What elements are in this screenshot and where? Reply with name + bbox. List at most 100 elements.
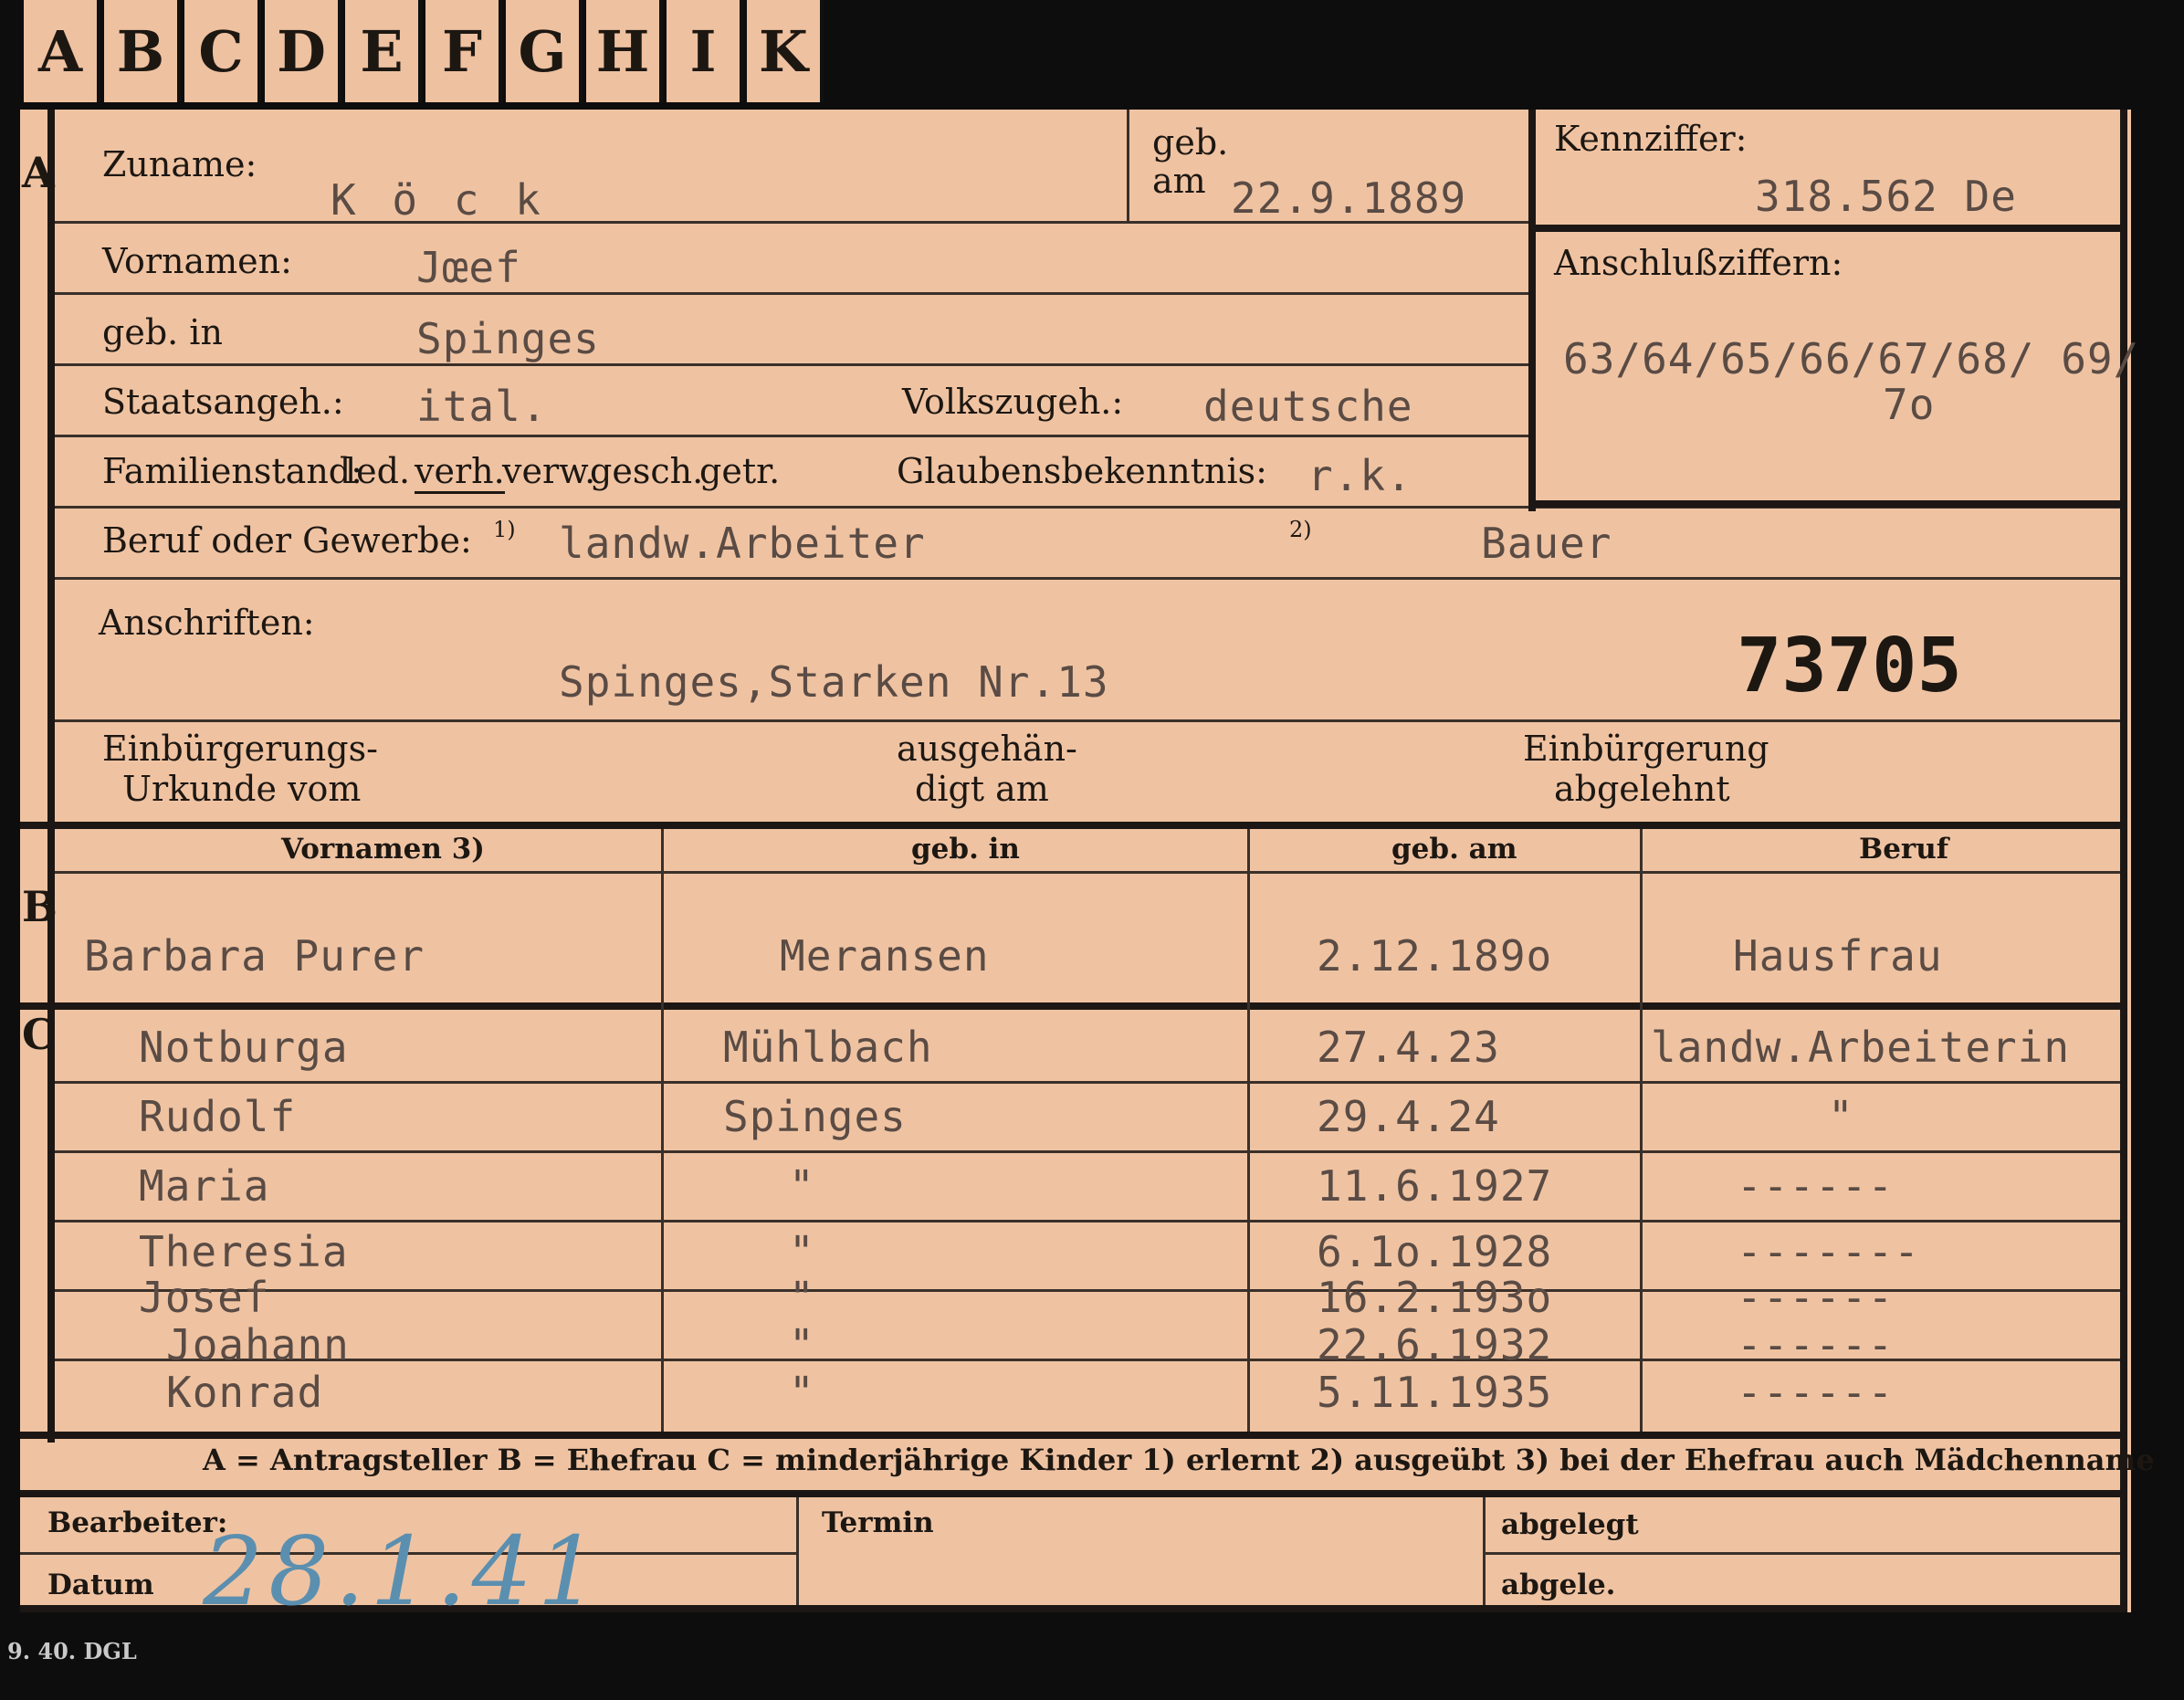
rejected-label-1: Einbürgerung	[1523, 729, 1769, 769]
left-border	[47, 110, 55, 1443]
section-divider-c	[20, 1002, 2120, 1010]
child-born: 6.1o.1928	[1317, 1227, 1553, 1276]
handed-label-1: ausgehän-	[897, 729, 1077, 769]
id-value: 318.562 De	[1755, 172, 2017, 221]
section-label-c: C	[22, 1010, 56, 1059]
born-on-value: 22.9.1889	[1231, 173, 1467, 223]
child-profession: ------	[1737, 1273, 1895, 1322]
child-born: 22.6.1932	[1317, 1320, 1553, 1369]
address-value: Spinges,Starken Nr.13	[559, 657, 1109, 707]
id-box-left	[1528, 110, 1536, 511]
term-label: Termin	[822, 1506, 934, 1539]
marital-option-gesch: gesch.	[590, 451, 704, 491]
registration-card: A B C Zuname: K ö c k geb. am 22.9.1889 …	[20, 110, 2155, 1627]
profession-label: Beruf oder Gewerbe:	[102, 520, 472, 561]
child-born: 16.2.193o	[1317, 1273, 1553, 1322]
surname-value: K ö c k	[331, 175, 546, 225]
child-name: Maria	[139, 1161, 270, 1211]
header-first-names: Vornamen 3)	[281, 833, 485, 866]
section-label-a: A	[22, 148, 55, 197]
date-label: Datum	[47, 1569, 154, 1601]
marital-label: Familienstand:	[102, 451, 362, 491]
index-tab-a: A	[24, 0, 100, 102]
wife-born: 2.12.189o	[1317, 931, 1553, 981]
child-name: Konrad	[166, 1368, 324, 1417]
born-on-label-2: am	[1152, 161, 1206, 201]
child-name: Notburga	[139, 1023, 349, 1072]
ethnicity-value: deutsche	[1203, 382, 1413, 431]
religion-value: r.k.	[1307, 451, 1412, 500]
header-birthplace: geb. in	[911, 833, 1020, 866]
header-born: geb. am	[1391, 833, 1517, 866]
index-tab-k: K	[747, 0, 824, 102]
connected-line-2: 7o	[1883, 380, 1936, 429]
section-divider-b	[20, 822, 2120, 829]
profession-1-value: landw.Arbeiter	[559, 519, 926, 568]
handwritten-date: 28.1.41	[203, 1516, 604, 1627]
index-tab-f: F	[425, 0, 502, 102]
first-names-label: Vornamen:	[102, 241, 292, 281]
marital-option-verh-underlined: verh.	[415, 451, 505, 494]
child-name: Rudolf	[139, 1092, 297, 1141]
id-label: Kennziffer:	[1554, 119, 1748, 159]
index-tab-g: G	[506, 0, 583, 102]
section-divider-footer	[20, 1490, 2120, 1497]
profession-2-mark: 2)	[1289, 517, 1312, 542]
marital-option-verw: verw.	[502, 451, 596, 491]
naturalization-label-2: Urkunde vom	[122, 769, 362, 809]
profession-1-mark: 1)	[493, 517, 516, 542]
child-name: Josef	[139, 1273, 270, 1322]
handed-label-2: digt am	[915, 769, 1049, 809]
index-tab-e: E	[345, 0, 422, 102]
section-label-b: B	[22, 882, 58, 931]
born-on-label-1: geb.	[1152, 122, 1229, 163]
child-profession: ------	[1737, 1320, 1895, 1369]
wife-profession: Hausfrau	[1733, 931, 1943, 981]
child-born: 11.6.1927	[1317, 1161, 1553, 1211]
child-profession: -------	[1737, 1227, 1920, 1276]
child-birthplace: Spinges	[723, 1092, 907, 1141]
index-tab-h: H	[586, 0, 663, 102]
citizenship-value: ital.	[416, 382, 548, 431]
profession-2-value: Bauer	[1481, 519, 1612, 568]
child-profession: "	[1828, 1092, 1854, 1141]
child-birthplace: "	[789, 1161, 815, 1211]
naturalization-label-1: Einbürgerungs-	[102, 729, 378, 769]
section-divider-legend	[20, 1432, 2120, 1439]
filed-label: abgelegt	[1501, 1508, 1639, 1541]
header-profession: Beruf	[1859, 833, 1949, 866]
index-tab-c: C	[184, 0, 261, 102]
legend: A = Antragsteller B = Ehefrau C = minder…	[203, 1443, 2155, 1477]
index-tab-b: B	[104, 0, 181, 102]
child-name: Theresia	[139, 1227, 349, 1276]
child-born: 5.11.1935	[1317, 1368, 1553, 1417]
child-profession: landw.Arbeiterin	[1651, 1023, 2071, 1072]
wife-birthplace: Meransen	[780, 931, 990, 981]
address-label: Anschriften:	[99, 603, 315, 643]
surname-label: Zuname:	[102, 144, 257, 184]
index-tab-d: D	[265, 0, 341, 102]
child-born: 29.4.24	[1317, 1092, 1500, 1141]
rejected-label-2: abgelehnt	[1554, 769, 1730, 809]
citizenship-label: Staatsangeh.:	[102, 382, 344, 422]
child-birthplace: "	[789, 1227, 815, 1276]
child-born: 27.4.23	[1317, 1023, 1500, 1072]
child-birthplace: "	[789, 1368, 815, 1417]
child-profession: ------	[1737, 1368, 1895, 1417]
religion-label: Glaubensbekenntnis:	[897, 451, 1267, 491]
birthplace-label: geb. in	[102, 312, 223, 352]
index-tab-i: I	[667, 0, 743, 102]
connected-line-1: 63/64/65/66/67/68/ 69/	[1563, 334, 2140, 383]
first-names-value: Jœef	[416, 243, 521, 292]
child-name: Joahann	[166, 1320, 350, 1369]
wife-name: Barbara Purer	[84, 931, 425, 981]
print-code: 9. 40. DGL	[7, 1638, 137, 1664]
child-birthplace: Mühlbach	[723, 1023, 933, 1072]
clerk-label: Bearbeiter:	[47, 1506, 228, 1539]
ethnicity-label: Volkszugeh.:	[902, 382, 1124, 422]
marital-option-led: led.	[345, 451, 411, 491]
child-birthplace: "	[789, 1320, 815, 1369]
child-profession: ------	[1737, 1161, 1895, 1211]
registration-number: 73705	[1737, 623, 1962, 709]
filed-label-2: abgele.	[1501, 1569, 1616, 1601]
